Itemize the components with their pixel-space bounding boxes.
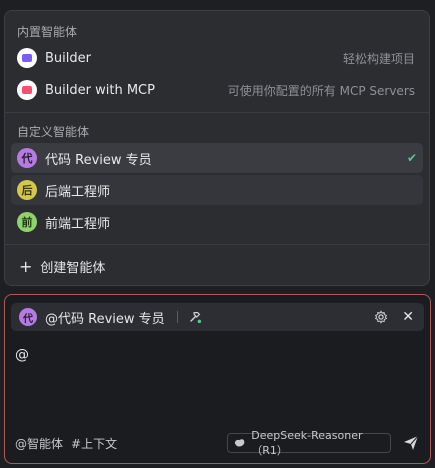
close-icon[interactable]: ✕	[402, 309, 414, 325]
custom-section-title: 自定义智能体	[17, 125, 90, 139]
builder-app-icon	[17, 48, 37, 68]
agent-item-label: 代码 Review 专员	[45, 152, 152, 168]
agent-avatar: 代	[17, 148, 37, 168]
message-input[interactable]: @	[15, 347, 29, 363]
selected-agent-name: @代码 Review 专员	[45, 311, 165, 327]
selected-agent-bar: 代 @代码 Review 专员 ✕	[11, 303, 424, 331]
agent-item-label: Builder with MCP	[45, 82, 155, 98]
create-agent-label: 创建智能体	[40, 261, 106, 276]
plus-icon: +	[19, 256, 33, 276]
deepseek-icon	[234, 439, 245, 447]
model-name: DeepSeek-Reasoner（R1）	[251, 428, 363, 457]
composer-actions: @智能体 #上下文	[15, 435, 125, 452]
create-agent-button[interactable]: + 创建智能体	[19, 257, 105, 276]
model-selector[interactable]: DeepSeek-Reasoner（R1）	[227, 429, 391, 457]
menu-divider	[5, 244, 429, 245]
builtin-section-title: 内置智能体	[17, 25, 78, 39]
mention-context-button[interactable]: #上下文	[71, 435, 117, 452]
chat-composer[interactable]: 代 @代码 Review 专员 ✕ @ @智能体 #上下文 DeepSeek-R…	[4, 294, 431, 464]
check-icon: ✔	[406, 151, 417, 165]
agent-item-builder[interactable]: Builder 轻松构建项目	[11, 43, 423, 73]
agent-item-label: 前端工程师	[45, 216, 111, 232]
send-icon[interactable]	[403, 435, 419, 451]
agent-item-backend[interactable]: 后 后端工程师	[11, 175, 423, 205]
agent-picker-menu: 内置智能体 Builder 轻松构建项目 Builder with MCP 可使…	[4, 10, 430, 286]
agent-avatar: 后	[17, 180, 37, 200]
menu-divider	[5, 112, 429, 113]
gear-icon[interactable]	[374, 310, 388, 324]
mention-agent-button[interactable]: @智能体	[15, 435, 63, 452]
agent-item-code-review[interactable]: 代 代码 Review 专员 ✔	[11, 143, 423, 173]
agent-item-frontend[interactable]: 前 前端工程师	[11, 207, 423, 237]
separator	[176, 311, 178, 323]
agent-item-desc: 轻松构建项目	[342, 51, 415, 66]
hammer-icon[interactable]	[188, 310, 202, 324]
agent-item-builder-mcp[interactable]: Builder with MCP 可使用你配置的所有 MCP Servers	[11, 75, 423, 105]
agent-item-desc: 可使用你配置的所有 MCP Servers	[227, 83, 415, 98]
agent-item-label: 后端工程师	[45, 184, 111, 200]
agent-avatar: 前	[17, 212, 37, 232]
builder-mcp-app-icon	[17, 80, 37, 100]
agent-avatar: 代	[19, 308, 37, 326]
agent-item-label: Builder	[45, 50, 91, 66]
